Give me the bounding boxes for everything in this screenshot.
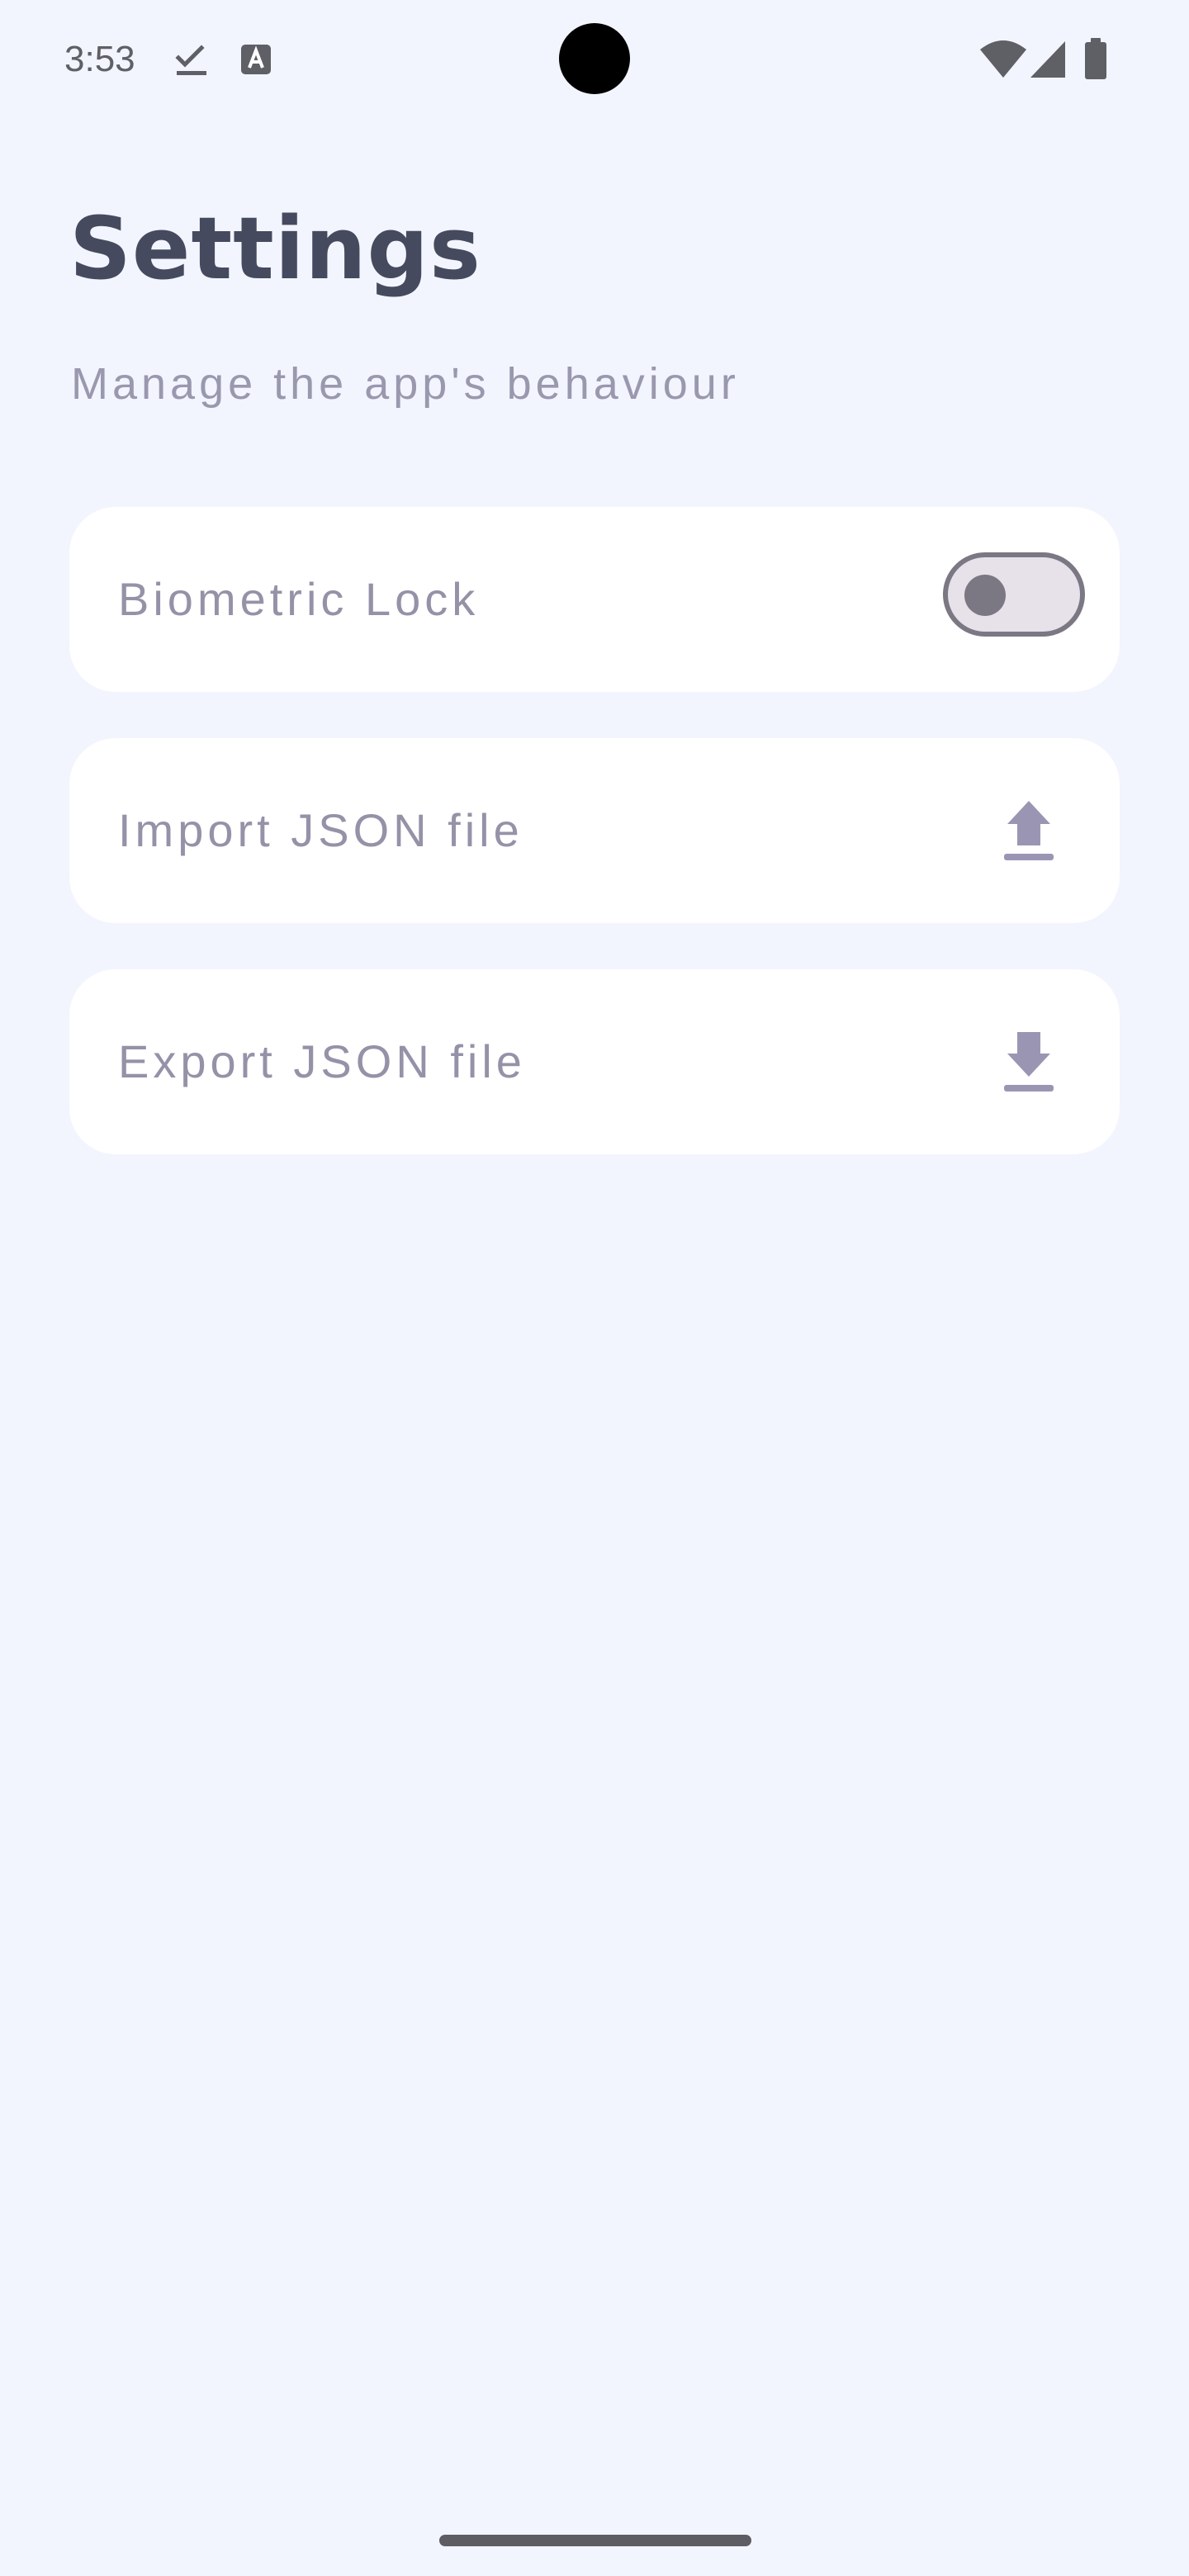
wifi-icon	[980, 40, 1026, 78]
page-subtitle: Manage the app's behaviour	[71, 359, 740, 409]
page-title: Settings	[69, 198, 481, 299]
gesture-navigation-bar[interactable]	[439, 2535, 751, 2546]
export-json-setting[interactable]: Export JSON file	[69, 969, 1120, 1154]
biometric-lock-toggle[interactable]	[943, 552, 1085, 637]
toggle-knob	[964, 575, 1006, 616]
battery-icon	[1085, 38, 1106, 79]
cellular-signal-icon	[1030, 41, 1065, 78]
camera-cutout	[559, 23, 630, 94]
download-icon[interactable]	[999, 1027, 1059, 1096]
status-time: 3:53	[64, 39, 135, 79]
check-notification-icon	[175, 45, 206, 75]
text-a-notification-icon	[241, 45, 271, 74]
upload-icon[interactable]	[999, 796, 1059, 865]
import-json-label: Import JSON file	[118, 804, 523, 856]
import-json-setting[interactable]: Import JSON file	[69, 738, 1120, 923]
biometric-lock-label: Biometric Lock	[118, 573, 480, 625]
export-json-label: Export JSON file	[118, 1035, 526, 1087]
status-bar: 3:53	[0, 0, 1189, 119]
biometric-lock-setting[interactable]: Biometric Lock	[69, 507, 1120, 692]
